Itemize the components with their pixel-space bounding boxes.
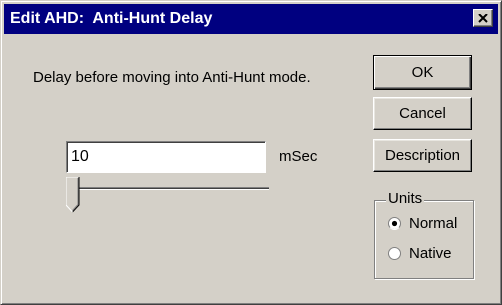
radio-selected-icon[interactable]: [388, 217, 401, 230]
dialog-window: Edit AHD: Anti-Hunt Delay Delay before m…: [0, 0, 502, 305]
cancel-button[interactable]: Cancel: [373, 97, 472, 130]
radio-unselected-icon[interactable]: [388, 247, 401, 260]
window-title: Edit AHD: Anti-Hunt Delay: [10, 10, 213, 27]
close-icon: [478, 13, 488, 23]
radio-native-label: Native: [409, 245, 452, 262]
description-button[interactable]: Description: [373, 139, 472, 172]
units-groupbox: [374, 200, 474, 279]
units-group-label: Units: [386, 190, 425, 207]
radio-native[interactable]: Native: [388, 245, 452, 262]
radio-normal-label: Normal: [409, 215, 458, 232]
title-bar[interactable]: Edit AHD: Anti-Hunt Delay: [4, 4, 498, 34]
slider-track[interactable]: [71, 187, 269, 190]
slider-thumb-icon[interactable]: [66, 177, 80, 213]
ok-button[interactable]: OK: [373, 55, 472, 90]
description-text: Delay before moving into Anti-Hunt mode.: [33, 69, 311, 86]
close-button[interactable]: [473, 9, 493, 27]
unit-label: mSec: [279, 148, 318, 165]
delay-input[interactable]: [66, 141, 266, 173]
radio-normal[interactable]: Normal: [388, 215, 457, 232]
